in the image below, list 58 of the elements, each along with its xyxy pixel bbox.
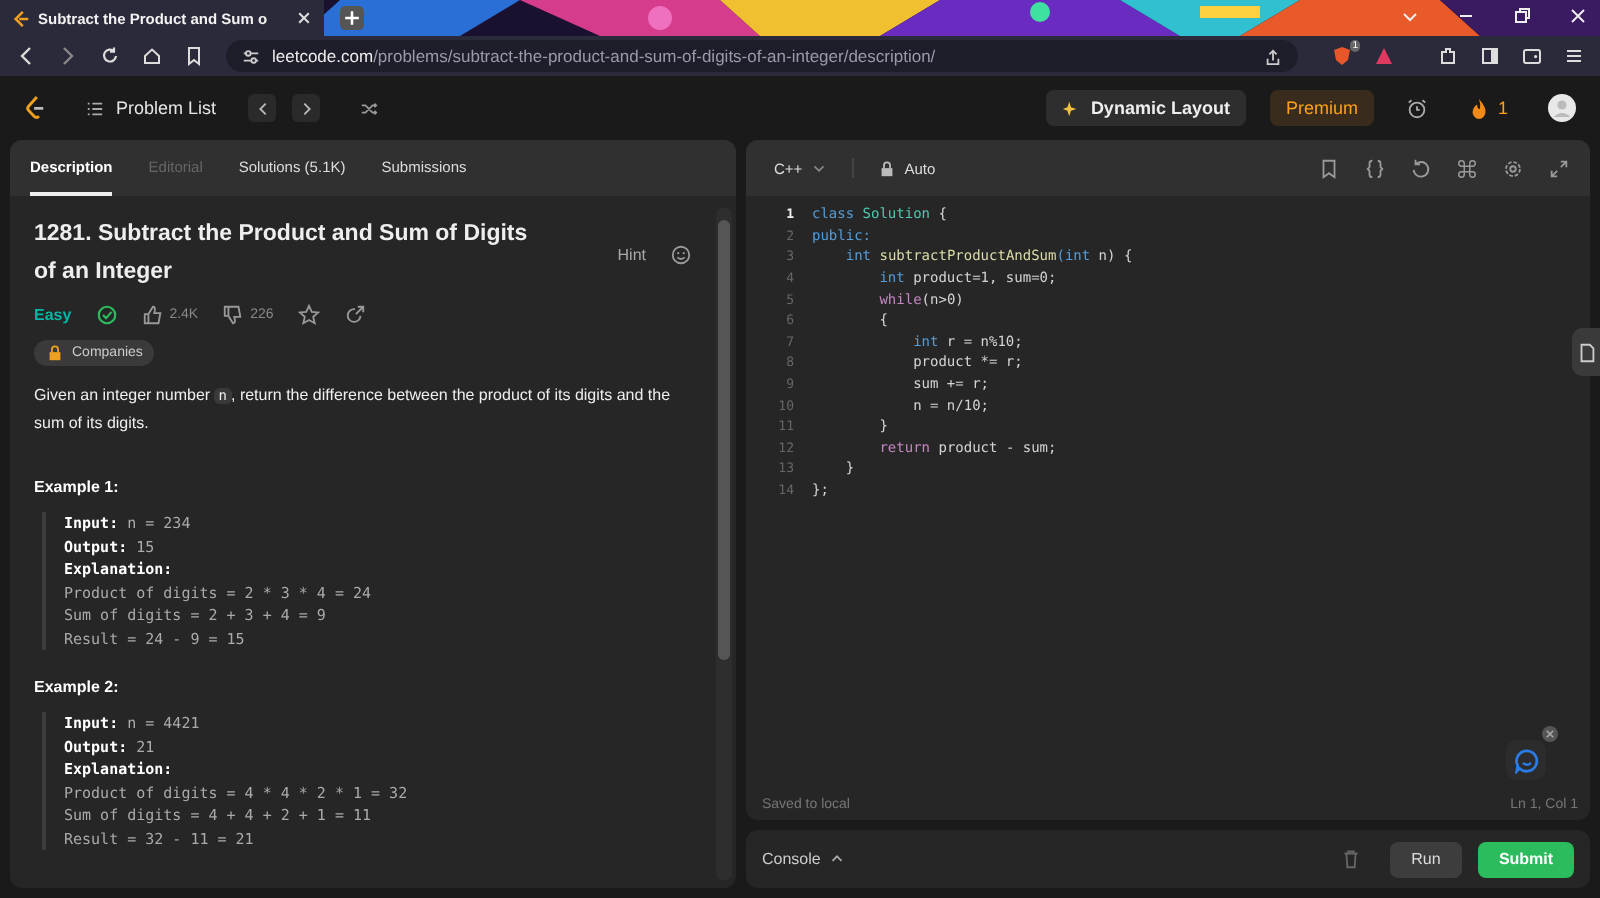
example-heading: Example 2: <box>34 678 121 696</box>
site-settings-icon[interactable] <box>242 47 260 65</box>
next-button[interactable] <box>292 94 321 122</box>
star-icon[interactable] <box>297 304 320 326</box>
braces-icon[interactable] <box>1364 157 1386 179</box>
dynamic-layout-button[interactable]: Dynamic Layout <box>1046 90 1246 126</box>
premium-button[interactable]: Premium <box>1269 90 1374 126</box>
shuffle-icon[interactable] <box>360 99 379 117</box>
settings-icon[interactable] <box>1502 157 1524 179</box>
menu-icon[interactable] <box>1564 46 1584 66</box>
home-icon[interactable] <box>142 46 162 66</box>
alarm-clock-icon[interactable] <box>1405 97 1428 119</box>
difficulty-label: Easy <box>34 306 72 324</box>
lock-icon <box>878 159 897 177</box>
chat-button[interactable] <box>1506 740 1546 780</box>
thumbs-down-icon <box>222 304 245 326</box>
chat-icon <box>1513 747 1539 773</box>
hint-link[interactable]: Hint <box>617 245 646 263</box>
reset-icon[interactable] <box>1410 157 1432 179</box>
console-toggle[interactable]: Console <box>762 850 847 868</box>
avatar-icon[interactable] <box>1548 94 1576 122</box>
extensions-icon[interactable] <box>1438 46 1458 66</box>
sidebar-icon[interactable] <box>1480 46 1500 66</box>
bookmark-icon[interactable] <box>184 46 204 66</box>
streak-count: 1 <box>1497 98 1508 118</box>
smiley-icon[interactable] <box>670 243 692 265</box>
close-icon[interactable] <box>1568 6 1588 26</box>
reload-icon[interactable] <box>100 46 120 66</box>
share-icon[interactable] <box>1264 47 1282 65</box>
address-field[interactable]: leetcode.com/problems/subtract-the-product-and-sum-of-digits-of-an-integer/description/ <box>226 40 1298 72</box>
previous-button[interactable] <box>248 94 277 122</box>
list-icon <box>86 99 104 117</box>
close-icon[interactable] <box>1542 726 1558 742</box>
notes-tab[interactable] <box>1572 328 1600 376</box>
sparkle-icon <box>1062 99 1081 117</box>
restore-icon[interactable] <box>1512 6 1532 26</box>
flame-icon[interactable] <box>1467 97 1490 119</box>
lock-icon <box>46 344 64 362</box>
trash-icon[interactable] <box>1340 848 1362 870</box>
expand-icon[interactable] <box>1548 157 1570 179</box>
thumbs-up-icon <box>141 304 164 326</box>
logo-icon[interactable] <box>24 94 46 122</box>
file-icon <box>1575 341 1597 363</box>
example-heading: Example 1: <box>34 478 121 496</box>
problem-list-button[interactable]: Problem List <box>78 94 225 122</box>
triangle-icon[interactable] <box>1374 46 1394 66</box>
problem-title: 1281. Subtract the Product and Sum of Digits of an Integer <box>34 220 530 288</box>
back-icon[interactable] <box>16 46 36 66</box>
url-text: leetcode.com/problems/subtract-the-product-and-sum-of-digits-of-an-integer/description/ <box>272 46 936 66</box>
scrollbar[interactable] <box>716 208 732 880</box>
new-tab-icon[interactable] <box>340 6 364 30</box>
forward-icon[interactable] <box>58 46 78 66</box>
run-button[interactable]: Run <box>1390 841 1462 877</box>
close-icon[interactable] <box>296 10 312 26</box>
command-icon[interactable] <box>1456 157 1478 179</box>
share-icon[interactable] <box>343 304 366 326</box>
bookmark-icon[interactable] <box>1318 157 1340 179</box>
wallet-icon[interactable] <box>1522 46 1542 66</box>
